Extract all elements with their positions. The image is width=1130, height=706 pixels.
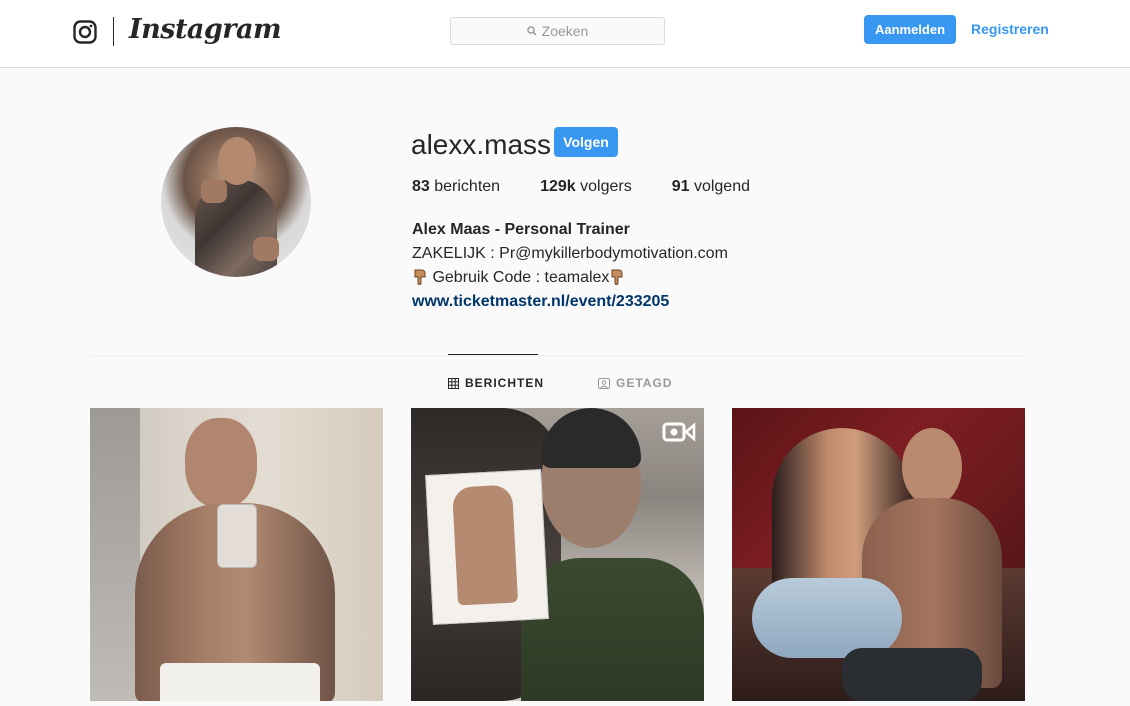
video-icon [662, 422, 696, 442]
followers-stat[interactable]: 129k volgers [540, 178, 632, 196]
tab-posts[interactable]: BERICHTEN [448, 376, 544, 390]
tagged-icon [598, 377, 610, 389]
profile-avatar[interactable] [161, 127, 311, 277]
follow-button[interactable]: Volgen [554, 127, 618, 157]
top-navigation-bar: Instagram Zoeken Aanmelden Registreren [0, 0, 1130, 68]
bio-line-code: Gebruik Code : teamalex [412, 266, 728, 290]
following-stat[interactable]: 91 volgend [672, 178, 750, 196]
login-button[interactable]: Aanmelden [864, 15, 956, 44]
tabs-divider [90, 355, 1024, 356]
active-tab-indicator [448, 354, 538, 355]
pointing-down-icon [414, 269, 426, 285]
post-thumbnail[interactable] [732, 408, 1025, 701]
logo-divider [113, 17, 114, 46]
register-link[interactable]: Registreren [971, 15, 1049, 44]
profile-stats: 83 berichten 129k volgers 91 volgend [412, 178, 790, 196]
search-icon [526, 26, 537, 36]
pointing-down-icon [611, 269, 623, 285]
tab-tagged[interactable]: GETAGD [598, 376, 672, 390]
grid-icon [448, 377, 459, 389]
bio-external-link[interactable]: www.ticketmaster.nl/event/233205 [412, 290, 728, 314]
profile-bio: Alex Maas - Personal Trainer ZAKELIJK : … [412, 218, 728, 314]
profile-username: alexx.mass [411, 129, 552, 160]
post-thumbnail[interactable] [411, 408, 704, 701]
bio-line-business: ZAKELIJK : Pr@mykillerbodymotivation.com [412, 245, 728, 262]
instagram-wordmark-logo[interactable]: Instagram [129, 14, 282, 45]
search-placeholder: Zoeken [541, 23, 589, 39]
search-input[interactable]: Zoeken [450, 17, 665, 45]
profile-full-name: Alex Maas - Personal Trainer [412, 221, 630, 238]
posts-stat: 83 berichten [412, 178, 501, 195]
post-thumbnail[interactable] [90, 408, 383, 701]
instagram-camera-icon[interactable] [73, 20, 97, 44]
